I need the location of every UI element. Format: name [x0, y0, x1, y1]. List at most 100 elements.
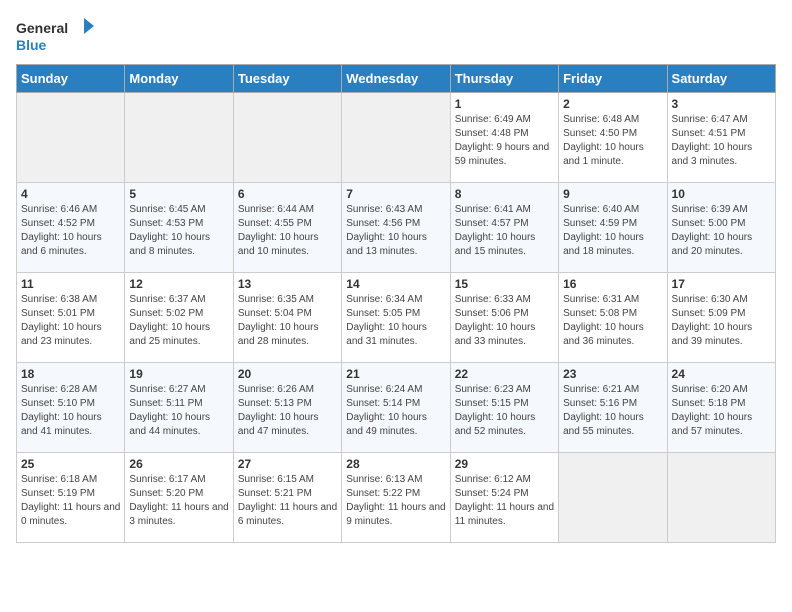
logo-svg: GeneralBlue: [16, 16, 96, 56]
day-cell: 3 Sunrise: 6:47 AMSunset: 4:51 PMDaylight…: [667, 93, 775, 183]
svg-text:Blue: Blue: [16, 37, 47, 53]
day-cell: 11 Sunrise: 6:38 AMSunset: 5:01 PMDayligh…: [17, 273, 125, 363]
day-info: Sunrise: 6:47 AMSunset: 4:51 PMDaylight:…: [672, 113, 771, 169]
day-cell: 20 Sunrise: 6:26 AMSunset: 5:13 PMDayligh…: [233, 363, 341, 453]
week-row-4: 18 Sunrise: 6:28 AMSunset: 5:10 PMDayligh…: [17, 363, 776, 453]
day-info: Sunrise: 6:30 AMSunset: 5:09 PMDaylight:…: [672, 293, 771, 349]
day-number: 9: [563, 187, 662, 201]
day-cell: 21 Sunrise: 6:24 AMSunset: 5:14 PMDayligh…: [342, 363, 450, 453]
header-wednesday: Wednesday: [342, 65, 450, 93]
day-number: 23: [563, 367, 662, 381]
week-row-2: 4Sunrise: 6:46 AMSunset: 4:52 PMDaylight…: [17, 183, 776, 273]
day-cell: 18 Sunrise: 6:28 AMSunset: 5:10 PMDayligh…: [17, 363, 125, 453]
day-number: 20: [238, 367, 337, 381]
day-cell: 25 Sunrise: 6:18 AMSunset: 5:19 PMDayligh…: [17, 453, 125, 543]
day-cell: 9 Sunrise: 6:40 AMSunset: 4:59 PMDaylight…: [559, 183, 667, 273]
day-number: 25: [21, 457, 120, 471]
day-info: Sunrise: 6:27 AMSunset: 5:11 PMDaylight:…: [129, 383, 228, 439]
day-info: Sunrise: 6:38 AMSunset: 5:01 PMDaylight:…: [21, 293, 120, 349]
day-number: 15: [455, 277, 554, 291]
day-cell: 16Sunrise: 6:31 AMSunset: 5:08 PMDayligh…: [559, 273, 667, 363]
day-number: 1: [455, 97, 554, 111]
day-cell: 23 Sunrise: 6:21 AMSunset: 5:16 PMDayligh…: [559, 363, 667, 453]
day-cell: 10 Sunrise: 6:39 AMSunset: 5:00 PMDayligh…: [667, 183, 775, 273]
day-info: Sunrise: 6:41 AMSunset: 4:57 PMDaylight:…: [455, 203, 554, 259]
day-cell: 2 Sunrise: 6:48 AMSunset: 4:50 PMDaylight…: [559, 93, 667, 183]
day-info: Sunrise: 6:12 AMSunset: 5:24 PMDaylight:…: [455, 473, 554, 529]
day-cell: [559, 453, 667, 543]
day-cell: 17 Sunrise: 6:30 AMSunset: 5:09 PMDayligh…: [667, 273, 775, 363]
day-cell: 7 Sunrise: 6:43 AMSunset: 4:56 PMDaylight…: [342, 183, 450, 273]
day-cell: 22 Sunrise: 6:23 AMSunset: 5:15 PMDayligh…: [450, 363, 558, 453]
page-header: GeneralBlue: [16, 16, 776, 56]
day-cell: 4Sunrise: 6:46 AMSunset: 4:52 PMDaylight…: [17, 183, 125, 273]
day-number: 28: [346, 457, 445, 471]
day-info: Sunrise: 6:28 AMSunset: 5:10 PMDaylight:…: [21, 383, 120, 439]
day-number: 24: [672, 367, 771, 381]
day-info: Sunrise: 6:21 AMSunset: 5:16 PMDaylight:…: [563, 383, 662, 439]
day-info: Sunrise: 6:34 AMSunset: 5:05 PMDaylight:…: [346, 293, 445, 349]
day-number: 22: [455, 367, 554, 381]
day-info: Sunrise: 6:39 AMSunset: 5:00 PMDaylight:…: [672, 203, 771, 259]
svg-text:General: General: [16, 20, 68, 36]
day-number: 14: [346, 277, 445, 291]
day-number: 13: [238, 277, 337, 291]
day-number: 7: [346, 187, 445, 201]
day-number: 4: [21, 187, 120, 201]
day-info: Sunrise: 6:43 AMSunset: 4:56 PMDaylight:…: [346, 203, 445, 259]
day-number: 17: [672, 277, 771, 291]
day-number: 11: [21, 277, 120, 291]
header-friday: Friday: [559, 65, 667, 93]
day-cell: 28 Sunrise: 6:13 AMSunset: 5:22 PMDayligh…: [342, 453, 450, 543]
day-info: Sunrise: 6:13 AMSunset: 5:22 PMDaylight:…: [346, 473, 445, 529]
day-cell: [233, 93, 341, 183]
day-cell: 1 Sunrise: 6:49 AMSunset: 4:48 PMDaylight…: [450, 93, 558, 183]
day-info: Sunrise: 6:35 AMSunset: 5:04 PMDaylight:…: [238, 293, 337, 349]
day-cell: 5 Sunrise: 6:45 AMSunset: 4:53 PMDaylight…: [125, 183, 233, 273]
day-cell: [342, 93, 450, 183]
day-cell: [125, 93, 233, 183]
day-number: 26: [129, 457, 228, 471]
logo: GeneralBlue: [16, 16, 96, 56]
day-info: Sunrise: 6:40 AMSunset: 4:59 PMDaylight:…: [563, 203, 662, 259]
day-cell: [17, 93, 125, 183]
day-cell: 29Sunrise: 6:12 AMSunset: 5:24 PMDayligh…: [450, 453, 558, 543]
day-info: Sunrise: 6:45 AMSunset: 4:53 PMDaylight:…: [129, 203, 228, 259]
day-info: Sunrise: 6:18 AMSunset: 5:19 PMDaylight:…: [21, 473, 120, 529]
day-number: 10: [672, 187, 771, 201]
day-number: 12: [129, 277, 228, 291]
day-number: 19: [129, 367, 228, 381]
day-info: Sunrise: 6:20 AMSunset: 5:18 PMDaylight:…: [672, 383, 771, 439]
day-info: Sunrise: 6:44 AMSunset: 4:55 PMDaylight:…: [238, 203, 337, 259]
day-number: 18: [21, 367, 120, 381]
day-number: 2: [563, 97, 662, 111]
day-info: Sunrise: 6:15 AMSunset: 5:21 PMDaylight:…: [238, 473, 337, 529]
day-cell: 14 Sunrise: 6:34 AMSunset: 5:05 PMDayligh…: [342, 273, 450, 363]
day-info: Sunrise: 6:31 AMSunset: 5:08 PMDaylight:…: [563, 293, 662, 349]
day-cell: 19 Sunrise: 6:27 AMSunset: 5:11 PMDayligh…: [125, 363, 233, 453]
day-cell: 24 Sunrise: 6:20 AMSunset: 5:18 PMDayligh…: [667, 363, 775, 453]
day-info: Sunrise: 6:23 AMSunset: 5:15 PMDaylight:…: [455, 383, 554, 439]
day-cell: 15 Sunrise: 6:33 AMSunset: 5:06 PMDayligh…: [450, 273, 558, 363]
day-info: Sunrise: 6:49 AMSunset: 4:48 PMDaylight:…: [455, 113, 554, 169]
header-saturday: Saturday: [667, 65, 775, 93]
calendar-table: SundayMondayTuesdayWednesdayThursdayFrid…: [16, 64, 776, 543]
day-cell: [667, 453, 775, 543]
calendar-header-row: SundayMondayTuesdayWednesdayThursdayFrid…: [17, 65, 776, 93]
day-cell: 27Sunrise: 6:15 AMSunset: 5:21 PMDayligh…: [233, 453, 341, 543]
day-cell: 26 Sunrise: 6:17 AMSunset: 5:20 PMDayligh…: [125, 453, 233, 543]
day-number: 5: [129, 187, 228, 201]
header-sunday: Sunday: [17, 65, 125, 93]
day-info: Sunrise: 6:24 AMSunset: 5:14 PMDaylight:…: [346, 383, 445, 439]
day-number: 21: [346, 367, 445, 381]
day-info: Sunrise: 6:33 AMSunset: 5:06 PMDaylight:…: [455, 293, 554, 349]
day-cell: 12Sunrise: 6:37 AMSunset: 5:02 PMDayligh…: [125, 273, 233, 363]
day-info: Sunrise: 6:17 AMSunset: 5:20 PMDaylight:…: [129, 473, 228, 529]
day-cell: 13 Sunrise: 6:35 AMSunset: 5:04 PMDayligh…: [233, 273, 341, 363]
header-monday: Monday: [125, 65, 233, 93]
header-thursday: Thursday: [450, 65, 558, 93]
day-info: Sunrise: 6:26 AMSunset: 5:13 PMDaylight:…: [238, 383, 337, 439]
day-number: 3: [672, 97, 771, 111]
week-row-3: 11 Sunrise: 6:38 AMSunset: 5:01 PMDayligh…: [17, 273, 776, 363]
day-info: Sunrise: 6:48 AMSunset: 4:50 PMDaylight:…: [563, 113, 662, 169]
